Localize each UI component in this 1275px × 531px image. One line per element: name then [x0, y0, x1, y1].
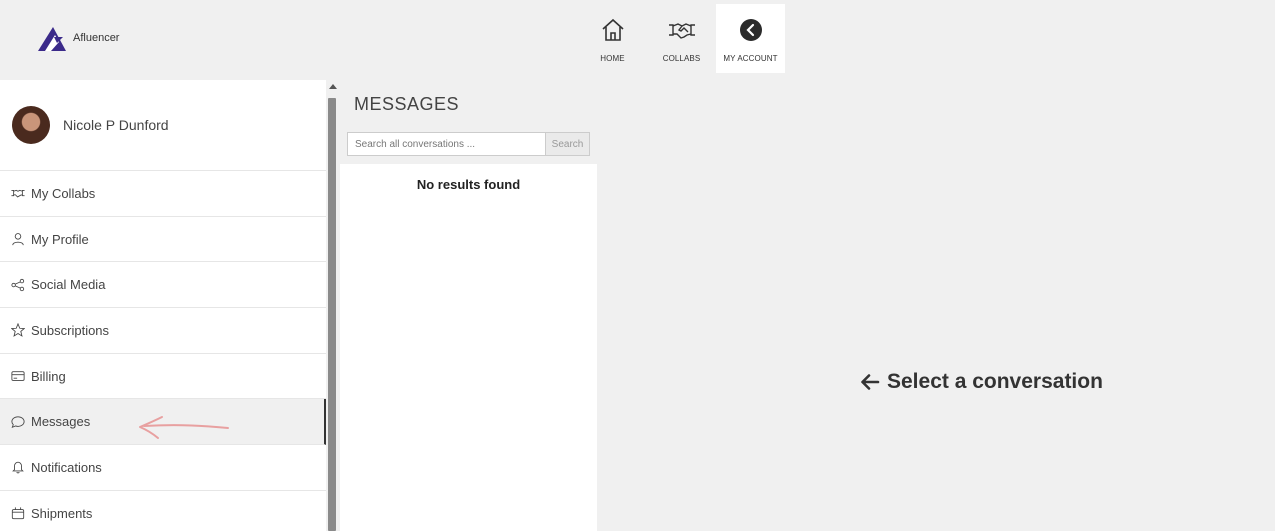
sidebar-item-label: Notifications: [31, 459, 102, 475]
nav-home-label: HOME: [600, 54, 625, 63]
avatar: [12, 106, 50, 144]
nav-my-account[interactable]: MY ACCOUNT: [716, 4, 785, 73]
bell-icon: [11, 460, 25, 474]
sidebar-item-subscriptions[interactable]: Subscriptions: [0, 308, 326, 354]
account-sidebar: Nicole P Dunford My Collabs My Profile S…: [0, 80, 326, 531]
nav-home[interactable]: HOME: [578, 4, 647, 73]
handshake-icon: [11, 186, 25, 200]
conversation-search: Search: [347, 132, 590, 156]
hand-drawn-arrow-icon: [139, 416, 229, 439]
messages-title: MESSAGES: [354, 94, 460, 114]
handshake-icon: [668, 23, 695, 39]
afluencer-logo-icon: [38, 27, 66, 51]
brand-logo[interactable]: Afluencer: [37, 25, 119, 52]
sidebar-item-label: Shipments: [31, 505, 93, 521]
sidebar-item-label: My Profile: [31, 231, 89, 247]
select-conversation-text: Select a conversation: [887, 370, 1103, 393]
user-icon: [11, 232, 25, 246]
nav-collabs-label: COLLABS: [662, 54, 701, 63]
sidebar-scrollbar[interactable]: [326, 80, 340, 531]
sidebar-item-label: Subscriptions: [31, 322, 110, 338]
profile-header[interactable]: Nicole P Dunford: [0, 80, 326, 171]
scrollbar-thumb[interactable]: [328, 98, 336, 531]
sidebar-item-my-profile[interactable]: My Profile: [0, 217, 326, 263]
credit-card-icon: [11, 369, 25, 383]
sidebar-item-label: Messages: [31, 414, 91, 430]
search-input[interactable]: [347, 132, 545, 156]
nav-collabs[interactable]: COLLABS: [647, 4, 716, 73]
sidebar-item-my-collabs[interactable]: My Collabs: [0, 171, 326, 217]
top-navigation: HOME COLLABS MY ACCOUNT: [578, 4, 785, 73]
sidebar-item-billing[interactable]: Billing: [0, 354, 326, 400]
no-results-text: No results found: [416, 177, 521, 192]
scroll-up-arrow-icon[interactable]: [329, 84, 337, 89]
nav-my-account-label: MY ACCOUNT: [723, 54, 778, 63]
search-button[interactable]: Search: [545, 132, 590, 156]
chevron-left-circle-icon: [739, 19, 762, 41]
sidebar-item-label: Social Media: [31, 277, 106, 293]
profile-name: Nicole P Dunford: [63, 117, 169, 133]
star-icon: [11, 323, 25, 338]
sidebar-item-social-media[interactable]: Social Media: [0, 262, 326, 309]
select-conversation-prompt: Select a conversation: [860, 370, 1103, 394]
conversation-list: No results found: [340, 164, 597, 531]
sidebar-item-notifications[interactable]: Notifications: [0, 445, 326, 491]
package-icon: [11, 506, 25, 520]
sidebar-item-label: My Collabs: [31, 185, 96, 201]
home-icon: [601, 18, 624, 41]
arrow-left-icon: [861, 374, 880, 390]
chat-bubble-icon: [11, 415, 25, 429]
app-window: Afluencer HOME COLLABS MY ACCOUNT Nicole…: [0, 0, 1275, 531]
brand-name: Afluencer: [73, 31, 120, 44]
sidebar-item-label: Billing: [31, 368, 66, 384]
sidebar-item-shipments[interactable]: Shipments: [0, 491, 326, 531]
share-icon: [11, 278, 25, 292]
